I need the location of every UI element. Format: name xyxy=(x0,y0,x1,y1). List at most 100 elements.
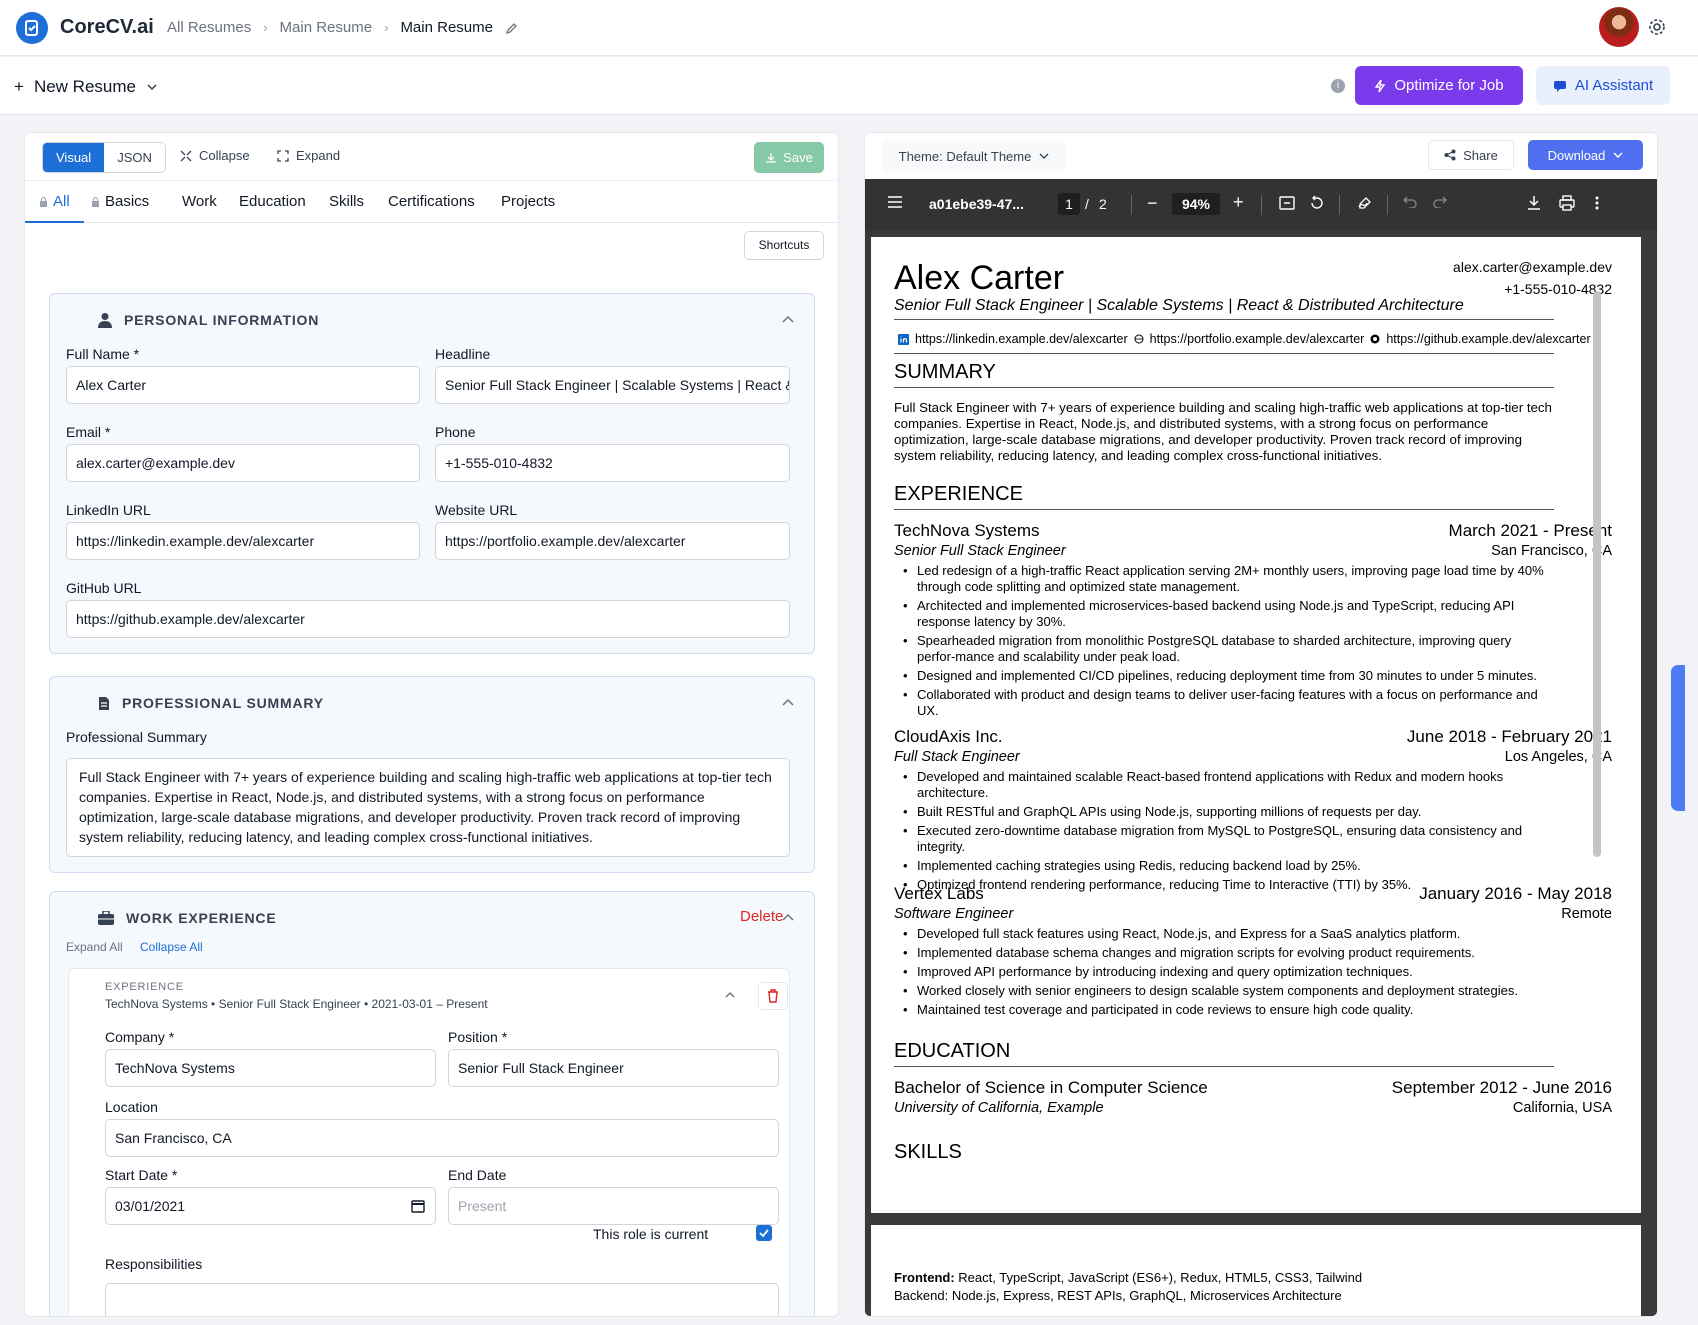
start-date-field[interactable]: 03/01/2021 xyxy=(105,1187,436,1225)
work-experience-card: WORK EXPERIENCE Delete Expand All Collap… xyxy=(49,891,815,1316)
collapse-button[interactable]: Collapse xyxy=(180,148,250,163)
chevron-up-icon[interactable] xyxy=(725,991,735,998)
education-heading: EDUCATION xyxy=(894,1040,1011,1062)
shortcuts-button[interactable]: Shortcuts xyxy=(744,231,824,260)
redo-icon[interactable] xyxy=(1433,196,1447,208)
personal-information-header[interactable]: PERSONAL INFORMATION xyxy=(98,312,319,328)
print-icon[interactable] xyxy=(1559,195,1575,211)
divider xyxy=(894,387,1554,388)
collapse-all-link[interactable]: Collapse All xyxy=(140,940,203,954)
linkedin-field[interactable]: https://linkedin.example.dev/alexcarter xyxy=(66,522,420,560)
github-field[interactable]: https://github.example.dev/alexcarter xyxy=(66,600,790,638)
start-date-label: Start Date * xyxy=(105,1167,178,1183)
breadcrumb: All Resumes › Main Resume › Main Resume xyxy=(167,19,519,36)
info-icon[interactable]: i xyxy=(1331,79,1345,93)
fit-page-icon[interactable] xyxy=(1279,196,1295,210)
chevron-up-icon[interactable] xyxy=(782,913,794,921)
tab-work[interactable]: Work xyxy=(182,193,217,210)
breadcrumb-all-resumes[interactable]: All Resumes xyxy=(167,19,251,36)
chevron-down-icon xyxy=(146,81,158,93)
resume-name: Alex Carter xyxy=(894,259,1065,297)
position-field[interactable]: Senior Full Stack Engineer xyxy=(448,1049,779,1087)
tab-education[interactable]: Education xyxy=(239,193,306,210)
company-field[interactable]: TechNova Systems xyxy=(105,1049,436,1087)
more-options-icon[interactable] xyxy=(1595,195,1599,211)
phone-label: Phone xyxy=(435,424,476,440)
current-role-checkbox[interactable] xyxy=(756,1225,772,1241)
zoom-in-icon[interactable]: + xyxy=(1233,192,1244,213)
education-location: California, USA xyxy=(1512,1100,1612,1116)
share-button[interactable]: Share xyxy=(1428,140,1514,170)
download-label: Download xyxy=(1547,147,1606,163)
tab-skills[interactable]: Skills xyxy=(329,193,364,210)
annotate-icon[interactable] xyxy=(1357,195,1373,211)
tab-projects[interactable]: Projects xyxy=(501,193,555,210)
ai-assistant-button[interactable]: AI Assistant xyxy=(1536,66,1670,105)
side-drawer-handle[interactable] xyxy=(1671,665,1685,811)
professional-summary-label: Professional Summary xyxy=(66,729,207,745)
visual-mode-button[interactable]: Visual xyxy=(43,143,105,172)
breadcrumb-current: Main Resume xyxy=(400,19,493,36)
menu-icon[interactable] xyxy=(887,195,903,209)
tab-certifications[interactable]: Certifications xyxy=(388,193,475,210)
lock-icon xyxy=(39,196,48,207)
tab-all[interactable]: All xyxy=(39,193,70,210)
work-experience-title: WORK EXPERIENCE xyxy=(126,910,277,926)
professional-summary-textarea[interactable]: Full Stack Engineer with 7+ years of exp… xyxy=(66,758,790,857)
divider xyxy=(894,353,1554,354)
phone-field[interactable]: +1-555-010-4832 xyxy=(435,444,790,482)
json-mode-button[interactable]: JSON xyxy=(104,143,165,172)
experience-summary-line: TechNova Systems • Senior Full Stack Eng… xyxy=(105,997,488,1011)
current-role-label: This role is current xyxy=(593,1226,709,1242)
optimize-for-job-button[interactable]: Optimize for Job xyxy=(1355,66,1523,105)
undo-icon[interactable] xyxy=(1403,196,1417,208)
gear-icon[interactable] xyxy=(1648,18,1666,36)
summary-heading: SUMMARY xyxy=(894,361,996,383)
job-bullet: Improved API performance by introducing … xyxy=(903,964,1553,980)
breadcrumb-main-resume[interactable]: Main Resume xyxy=(280,19,373,36)
delete-entry-button[interactable] xyxy=(758,982,788,1010)
collapse-icon xyxy=(180,150,192,162)
end-date-field[interactable]: Present xyxy=(448,1187,779,1225)
chevron-up-icon[interactable] xyxy=(782,698,794,706)
save-button[interactable]: Save xyxy=(754,142,824,173)
calendar-icon[interactable] xyxy=(411,1199,425,1213)
website-field[interactable]: https://portfolio.example.dev/alexcarter xyxy=(435,522,790,560)
zoom-out-icon[interactable]: − xyxy=(1147,193,1158,214)
tab-basics[interactable]: Basics xyxy=(91,193,149,210)
edit-pencil-icon[interactable] xyxy=(505,21,519,35)
email-field[interactable]: alex.carter@example.dev xyxy=(66,444,420,482)
education-degree: Bachelor of Science in Computer Science xyxy=(894,1078,1208,1097)
expand-button[interactable]: Expand xyxy=(277,148,340,163)
pdf-page-2: Frontend: React, TypeScript, JavaScript … xyxy=(871,1225,1641,1316)
work-experience-header[interactable]: WORK EXPERIENCE xyxy=(98,910,276,926)
theme-dropdown[interactable]: Theme: Default Theme xyxy=(881,140,1067,172)
zoom-level[interactable]: 94% xyxy=(1172,193,1220,215)
share-icon xyxy=(1444,149,1456,161)
job-bullet: Led redesign of a high-traffic React app… xyxy=(903,563,1553,595)
download-button[interactable]: Download xyxy=(1528,140,1643,170)
pdf-scrollbar[interactable] xyxy=(1593,291,1601,857)
active-tab-indicator xyxy=(25,221,84,223)
expand-all-link[interactable]: Expand All xyxy=(66,940,123,954)
full-name-field[interactable]: Alex Carter xyxy=(66,366,420,404)
responsibilities-field[interactable] xyxy=(105,1283,779,1316)
chevron-up-icon[interactable] xyxy=(782,315,794,323)
download-pdf-icon[interactable] xyxy=(1526,195,1542,211)
app-brand[interactable]: CoreCV.ai xyxy=(60,16,154,39)
app-logo-icon[interactable] xyxy=(16,12,48,44)
job-bullet: Maintained test coverage and participate… xyxy=(903,1002,1553,1018)
job-bullet: Designed and implemented CI/CD pipelines… xyxy=(903,668,1553,684)
experience-heading: EXPERIENCE xyxy=(894,483,1023,505)
education-school: University of California, Example xyxy=(894,1100,1104,1116)
rotate-icon[interactable] xyxy=(1309,195,1325,211)
professional-summary-header[interactable]: PROFESSIONAL SUMMARY xyxy=(98,695,324,711)
job-bullet: Built RESTful and GraphQL APIs using Nod… xyxy=(903,804,1553,820)
new-resume-dropdown[interactable]: + New Resume xyxy=(14,77,158,97)
delete-section-button[interactable]: Delete xyxy=(740,908,783,925)
collapse-label: Collapse xyxy=(199,148,250,163)
user-avatar[interactable] xyxy=(1599,7,1639,47)
page-number-input[interactable]: 1 xyxy=(1058,193,1080,215)
location-field[interactable]: San Francisco, CA xyxy=(105,1119,779,1157)
headline-field[interactable]: Senior Full Stack Engineer | Scalable Sy… xyxy=(435,366,790,404)
